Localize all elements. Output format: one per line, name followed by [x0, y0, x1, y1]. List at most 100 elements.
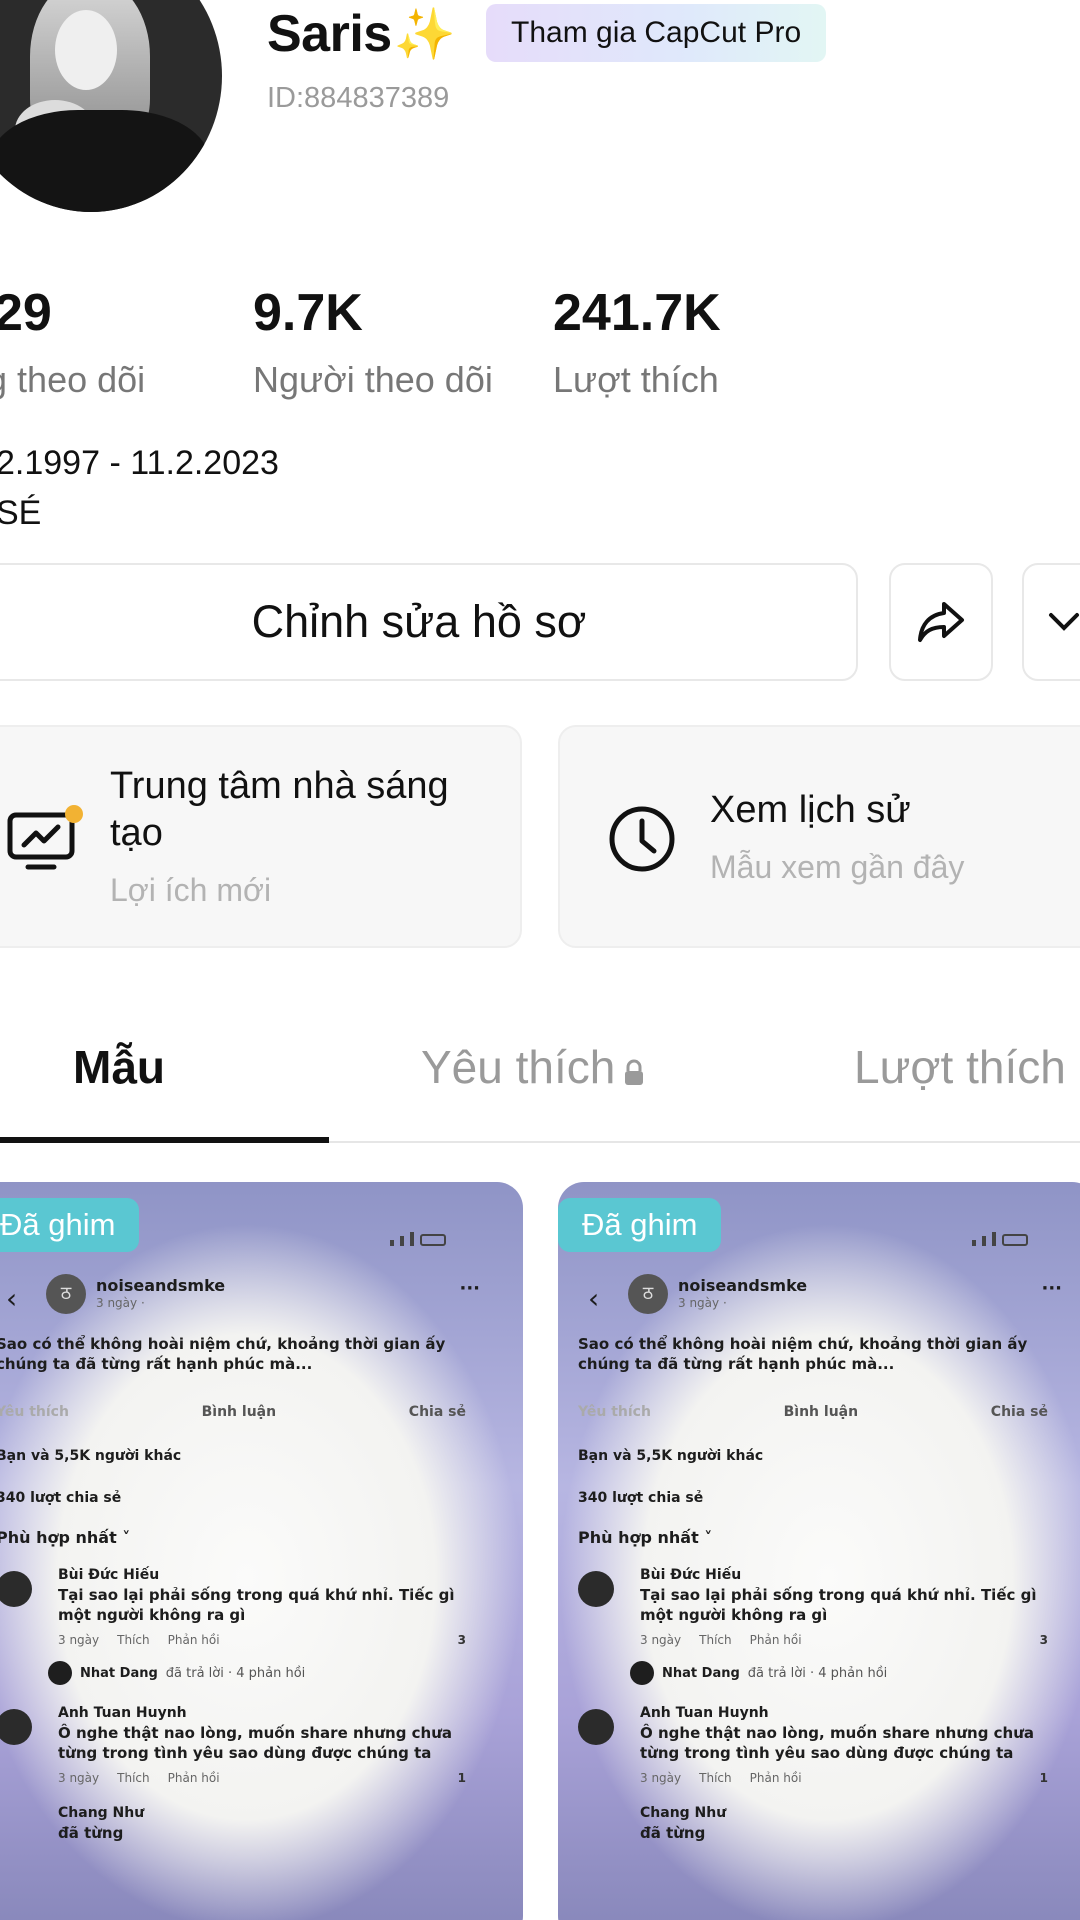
share-profile-button[interactable]: [889, 563, 993, 681]
reply-text: đã trả lời · 4 phản hồi: [165, 1665, 306, 1681]
commenter-avatar: [0, 1571, 32, 1607]
comment: Anh Tuan Huynh Ô nghe thật nao lòng, muố…: [578, 1705, 1048, 1785]
post-action: Bình luận: [783, 1404, 859, 1420]
stat-label: Người theo dõi: [253, 359, 493, 400]
post-author: noiseandsmke: [678, 1276, 808, 1295]
comment-reaction-count: 1: [457, 1771, 466, 1785]
more-options-button[interactable]: [1022, 563, 1080, 681]
template-preview: ‹ ठ noiseandsmke 3 ngày · ··· Sao có thể…: [558, 1182, 1080, 1920]
tab-label: Yêu thích: [421, 1041, 616, 1093]
post-author: noiseandsmke: [96, 1276, 226, 1295]
tab-templates[interactable]: Mẫu: [73, 1040, 165, 1094]
edit-profile-button[interactable]: Chỉnh sửa hồ sơ: [0, 563, 858, 681]
stat-following[interactable]: 29 ng theo dõi: [0, 287, 145, 401]
reply-avatar: [630, 1661, 654, 1685]
avatar-body: [0, 110, 210, 212]
post-screenshot: ‹ ठ noiseandsmke 3 ngày · ··· Sao có thể…: [0, 1274, 480, 1843]
comment-meta-item: 3 ngày: [58, 1771, 100, 1785]
post-action: Bình luận: [201, 1404, 277, 1420]
tab-likes[interactable]: Lượt thích: [854, 1040, 1066, 1094]
post-action: Chia sẻ: [408, 1404, 466, 1420]
stat-label: Lượt thích: [553, 359, 719, 400]
template-card[interactable]: Đã ghim ‹ ठ noiseandsmke 3 ngày · ··· Sa…: [558, 1182, 1080, 1920]
post-reactions: Bạn và 5,5K người khác: [0, 1448, 182, 1464]
username-text: Saris: [267, 5, 392, 63]
comment-text: Ô nghe thật nao lòng, muốn share nhưng c…: [640, 1724, 1035, 1762]
poster-avatar: ठ: [628, 1274, 668, 1314]
reply-summary: Nhat Dang đã trả lời · 4 phản hồi: [0, 1661, 466, 1685]
card-subtitle: Lợi ích mới: [110, 872, 272, 908]
stat-likes[interactable]: 241.7K Lượt thích: [553, 287, 721, 401]
comment-meta-item: 3 ngày: [640, 1771, 682, 1785]
comment-meta-item: Thích: [699, 1771, 732, 1785]
comment: Anh Tuan Huynh Ô nghe thật nao lòng, muố…: [0, 1705, 466, 1785]
stat-value: 29: [0, 284, 52, 342]
comment-sort: Phù hợp nhất ˅: [578, 1528, 713, 1547]
comment: Chang Như đã từng: [578, 1805, 1048, 1843]
post-shares: 340 lượt chia sẻ: [0, 1490, 122, 1506]
user-id: ID:884837389: [267, 82, 450, 114]
more-dots-icon: ···: [459, 1278, 480, 1299]
comment-meta-item: Phản hồi: [749, 1771, 802, 1785]
commenter-name: Bùi Đức Hiếu: [58, 1567, 160, 1583]
comment-text: Tại sao lại phải sống trong quá khứ nhỉ.…: [58, 1586, 455, 1624]
comment-text: Ô nghe thật nao lòng, muốn share nhưng c…: [58, 1724, 453, 1762]
comment-meta: 3 ngày Thích Phản hồi 1: [640, 1771, 1048, 1785]
commenter-name: Bùi Đức Hiếu: [640, 1567, 742, 1583]
post-date: 3 ngày ·: [96, 1296, 145, 1310]
phone-status-icons: [390, 1232, 446, 1246]
comment: Bùi Đức Hiếu Tại sao lại phải sống trong…: [578, 1567, 1048, 1647]
reply-name: Nhat Dang: [662, 1665, 740, 1681]
stat-value: 9.7K: [253, 284, 363, 342]
comment-meta-item: Phản hồi: [167, 1633, 220, 1647]
commenter-name: Anh Tuan Huynh: [640, 1705, 769, 1721]
stat-label: ng theo dõi: [0, 359, 146, 400]
comment-meta-item: Thích: [117, 1771, 150, 1785]
post-text: Sao có thể không hoài niệm chứ, khoảng t…: [0, 1335, 446, 1373]
clock-icon: [606, 803, 678, 880]
commenter-avatar: [578, 1571, 614, 1607]
commenter-avatar: [578, 1709, 614, 1745]
reply-avatar: [48, 1661, 72, 1685]
post-screenshot: ‹ ठ noiseandsmke 3 ngày · ··· Sao có thể…: [578, 1274, 1062, 1843]
comment-meta: 3 ngày Thích Phản hồi 3: [58, 1633, 466, 1647]
comment-text: đã từng: [58, 1824, 124, 1842]
comment-meta: 3 ngày Thích Phản hồi 3: [640, 1633, 1048, 1647]
comment-meta-item: Thích: [117, 1633, 150, 1647]
comment-meta: 3 ngày Thích Phản hồi 1: [58, 1771, 466, 1785]
comment-reaction-count: 3: [457, 1633, 466, 1647]
profile-username: Saris ✨: [267, 4, 456, 64]
tab-favorites[interactable]: Yêu thích: [421, 1040, 645, 1098]
sparkle-icon: ✨: [393, 6, 456, 62]
comment-sort: Phù hợp nhất ˅: [0, 1528, 131, 1547]
commenter-name: Anh Tuan Huynh: [58, 1705, 187, 1721]
chevron-down-icon: [1049, 613, 1079, 631]
view-history-card[interactable]: Xem lịch sử Mẫu xem gần đây: [558, 725, 1080, 948]
phone-status-icons: [972, 1232, 1028, 1246]
active-tab-indicator: [0, 1137, 329, 1143]
back-arrow-icon: ‹: [6, 1282, 18, 1315]
stat-followers[interactable]: 9.7K Người theo dõi: [253, 287, 493, 401]
comment-reaction-count: 1: [1039, 1771, 1048, 1785]
join-capcut-pro-button[interactable]: Tham gia CapCut Pro: [486, 4, 827, 62]
comment: Chang Như đã từng: [0, 1805, 466, 1843]
post-actions: Yêu thích Bình luận Chia sẻ: [578, 1404, 1048, 1420]
comment-meta-item: Phản hồi: [749, 1633, 802, 1647]
comment-meta-item: 3 ngày: [58, 1633, 100, 1647]
reply-text: đã trả lời · 4 phản hồi: [747, 1665, 888, 1681]
post-action: Yêu thích: [0, 1404, 69, 1420]
template-preview: ‹ ठ noiseandsmke 3 ngày · ··· Sao có thể…: [0, 1182, 516, 1920]
share-icon: [918, 602, 964, 642]
card-subtitle: Mẫu xem gần đây: [710, 849, 965, 885]
commenter-name: Chang Như: [640, 1805, 727, 1821]
stat-value: 241.7K: [553, 284, 721, 342]
profile-avatar[interactable]: [0, 0, 222, 212]
card-title: Xem lịch sử: [710, 789, 911, 831]
creator-center-icon: [6, 805, 86, 880]
profile-bio: 2.1997 - 11.2.2023 SÉ: [0, 438, 279, 538]
comment: Bùi Đức Hiếu Tại sao lại phải sống trong…: [0, 1567, 466, 1647]
creator-center-card[interactable]: Trung tâm nhà sáng tạo Lợi ích mới: [0, 725, 522, 948]
template-card[interactable]: Đã ghim ‹ ठ noiseandsmke 3 ngày · ··· Sa…: [0, 1182, 523, 1920]
commenter-name: Chang Như: [58, 1805, 145, 1821]
comment-reaction-count: 3: [1039, 1633, 1048, 1647]
